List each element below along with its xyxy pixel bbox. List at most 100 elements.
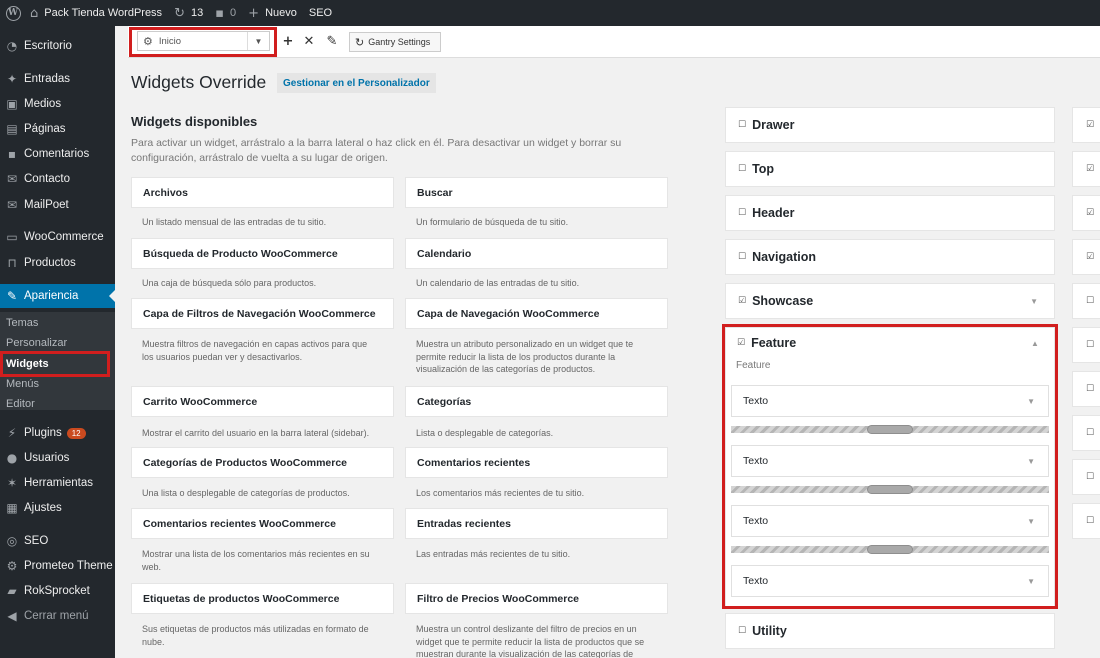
widget-card[interactable]: Comentarios recientes WooCommerce bbox=[131, 508, 394, 539]
submenu-customize[interactable]: Personalizar bbox=[6, 337, 67, 349]
customize-link[interactable]: Gestionar en el Personalizador bbox=[277, 73, 436, 93]
widget-card[interactable]: Categorías de Productos WooCommerce bbox=[131, 447, 394, 478]
checkbox-icon[interactable]: ☐ bbox=[738, 252, 746, 262]
right-column-checkbox[interactable]: ☐ bbox=[1072, 371, 1100, 407]
sidebar-item-roksprocket[interactable]: ▰ RokSprocket bbox=[0, 579, 115, 603]
widget-card[interactable]: Categorías bbox=[405, 386, 668, 417]
sidebar-item-productos[interactable]: ⊓ Productos bbox=[0, 251, 115, 275]
sidebar-item-label: Apariencia bbox=[24, 290, 79, 302]
sprocket-icon: ▰ bbox=[7, 584, 17, 598]
widget-card[interactable]: Comentarios recientes bbox=[405, 447, 668, 478]
widget-card[interactable]: Carrito WooCommerce bbox=[131, 386, 394, 417]
widget-card[interactable]: Capa de Navegación WooCommerce bbox=[405, 298, 668, 329]
widget-description: Mostrar una lista de los comentarios más… bbox=[142, 549, 370, 572]
right-column-checkbox[interactable]: ☐ bbox=[1072, 327, 1100, 363]
area-utility[interactable]: ☐ Utility bbox=[725, 613, 1055, 649]
checkbox-icon[interactable]: ☐ bbox=[738, 164, 746, 174]
pin-icon: ✦ bbox=[6, 72, 18, 86]
widget-card[interactable]: Capa de Filtros de Navegación WooCommerc… bbox=[131, 298, 394, 329]
sidebar-item-woocommerce[interactable]: ▭ WooCommerce bbox=[0, 225, 115, 249]
submenu-themes[interactable]: Temas bbox=[6, 317, 38, 329]
available-widgets-desc: Para activar un widget, arrástralo a la … bbox=[131, 137, 622, 164]
admin-bar: W ⌂ Pack Tienda WordPress ↻ 13 ▪ 0 + Nue… bbox=[0, 0, 1100, 26]
sidebar-item-label: Contacto bbox=[24, 173, 71, 185]
new-content-link[interactable]: + Nuevo bbox=[242, 0, 303, 26]
available-widgets-title: Widgets disponibles bbox=[131, 114, 258, 129]
right-column-checkbox[interactable]: ☐ bbox=[1072, 459, 1100, 495]
checkbox-icon[interactable]: ☐ bbox=[738, 626, 746, 636]
sidebar-item-ajustes[interactable]: ▦ Ajustes bbox=[0, 496, 115, 520]
sidebar-item-contacto[interactable]: ✉ Contacto bbox=[0, 167, 115, 191]
add-override-button[interactable]: + bbox=[279, 32, 297, 50]
submenu-menus[interactable]: Menús bbox=[6, 378, 39, 390]
sidebar-item-seo[interactable]: ◎ SEO bbox=[0, 529, 115, 553]
widgets-highlight bbox=[0, 351, 110, 377]
widget-description: Un formulario de búsqueda de tu sitio. bbox=[416, 217, 569, 227]
widget-description: Sus etiquetas de productos más utilizada… bbox=[142, 624, 369, 647]
home-icon: ⌂ bbox=[30, 5, 39, 21]
sidebar-item-label: Prometeo Theme bbox=[24, 560, 113, 572]
updates-link[interactable]: ↻ 13 bbox=[168, 0, 209, 26]
sidebar-item-páginas[interactable]: ▤ Páginas bbox=[0, 117, 115, 141]
sidebar-item-label: Ajustes bbox=[24, 502, 62, 514]
widget-card[interactable]: Archivos bbox=[131, 177, 394, 208]
widget-card[interactable]: Etiquetas de productos WooCommerce bbox=[131, 583, 394, 614]
checkbox-checked-icon[interactable]: ☑ bbox=[738, 296, 746, 306]
delete-override-button[interactable]: ✕ bbox=[300, 32, 318, 50]
widget-card[interactable]: Buscar bbox=[405, 177, 668, 208]
widget-description: Lista o desplegable de categorías. bbox=[416, 428, 554, 438]
right-column-checkbox[interactable]: ☐ bbox=[1072, 415, 1100, 451]
sidebar-item-label: SEO bbox=[24, 535, 49, 547]
sidebar-item-herramientas[interactable]: ✶ Herramientas bbox=[0, 471, 115, 495]
widget-card[interactable]: Entradas recientes bbox=[405, 508, 668, 539]
cart-icon: ⊓ bbox=[7, 256, 17, 270]
gear-icon: ⚙ bbox=[6, 559, 18, 573]
sidebar-item-label: Cerrar menú bbox=[24, 610, 89, 622]
sidebar-item-escritorio[interactable]: ◔ Escritorio bbox=[0, 34, 115, 58]
sidebar-item-prometeo-theme[interactable]: ⚙ Prometeo Theme bbox=[0, 554, 115, 578]
sidebar-item-mailpoet[interactable]: ✉ MailPoet bbox=[0, 193, 115, 217]
seo-link[interactable]: SEO bbox=[303, 0, 338, 26]
widget-description: Las entradas más recientes de tu sitio. bbox=[416, 549, 571, 559]
sidebar-item-medios[interactable]: ▣ Medios bbox=[0, 92, 115, 116]
widget-card[interactable]: Búsqueda de Producto WooCommerce bbox=[131, 238, 394, 269]
sidebar-item-entradas[interactable]: ✦ Entradas bbox=[0, 67, 115, 91]
site-name-link[interactable]: ⌂ Pack Tienda WordPress bbox=[24, 0, 168, 26]
right-column-checkbox[interactable]: ☐ bbox=[1072, 283, 1100, 319]
widget-card[interactable]: Calendario bbox=[405, 238, 668, 269]
area-header[interactable]: ☐ Header bbox=[725, 195, 1055, 231]
sidebar-item-cerrar-menú[interactable]: ◀ Cerrar menú bbox=[0, 604, 115, 628]
sidebar-item-comentarios[interactable]: ▪ Comentarios bbox=[0, 142, 115, 166]
area-top[interactable]: ☐ Top bbox=[725, 151, 1055, 187]
right-column-checkbox[interactable]: ☑ bbox=[1072, 151, 1100, 187]
gantry-settings-label: Gantry Settings bbox=[368, 37, 431, 47]
feature-highlight bbox=[722, 324, 1058, 609]
sidebar-item-label: Usuarios bbox=[24, 452, 70, 464]
mail-icon: ✉ bbox=[6, 198, 18, 212]
checkbox-icon[interactable]: ☐ bbox=[738, 120, 746, 130]
right-column-checkbox[interactable]: ☑ bbox=[1072, 107, 1100, 143]
woocommerce-icon: ▭ bbox=[6, 230, 18, 244]
wordpress-logo-icon[interactable]: W bbox=[2, 2, 24, 24]
refresh-icon: ↻ bbox=[355, 35, 365, 49]
new-label: Nuevo bbox=[265, 7, 297, 19]
edit-override-button[interactable]: ✎ bbox=[323, 32, 341, 50]
chevron-down-icon[interactable]: ▼ bbox=[1030, 297, 1038, 306]
checkbox-icon[interactable]: ☐ bbox=[738, 208, 746, 218]
sidebar-item-usuarios[interactable]: ● Usuarios bbox=[0, 446, 115, 470]
area-drawer[interactable]: ☐ Drawer bbox=[725, 107, 1055, 143]
area-label: Header bbox=[752, 206, 795, 220]
right-column-checkbox[interactable]: ☐ bbox=[1072, 503, 1100, 539]
sidebar-item-plugins[interactable]: ⚡ Plugins 12 bbox=[0, 421, 115, 445]
gantry-settings-button[interactable]: ↻ Gantry Settings bbox=[349, 32, 441, 52]
plugin-icon: ⚡ bbox=[7, 426, 17, 440]
sidebar-item-apariencia[interactable]: ✎ Apariencia bbox=[0, 284, 115, 308]
right-column-checkbox[interactable]: ☑ bbox=[1072, 239, 1100, 275]
area-showcase[interactable]: ☑ Showcase ▼ bbox=[725, 283, 1055, 319]
comments-link[interactable]: ▪ 0 bbox=[209, 0, 242, 26]
widget-card[interactable]: Filtro de Precios WooCommerce bbox=[405, 583, 668, 614]
right-column-checkbox[interactable]: ☑ bbox=[1072, 195, 1100, 231]
seo-icon: ◎ bbox=[6, 534, 18, 548]
area-navigation[interactable]: ☐ Navigation bbox=[725, 239, 1055, 275]
submenu-editor[interactable]: Editor bbox=[6, 398, 35, 410]
